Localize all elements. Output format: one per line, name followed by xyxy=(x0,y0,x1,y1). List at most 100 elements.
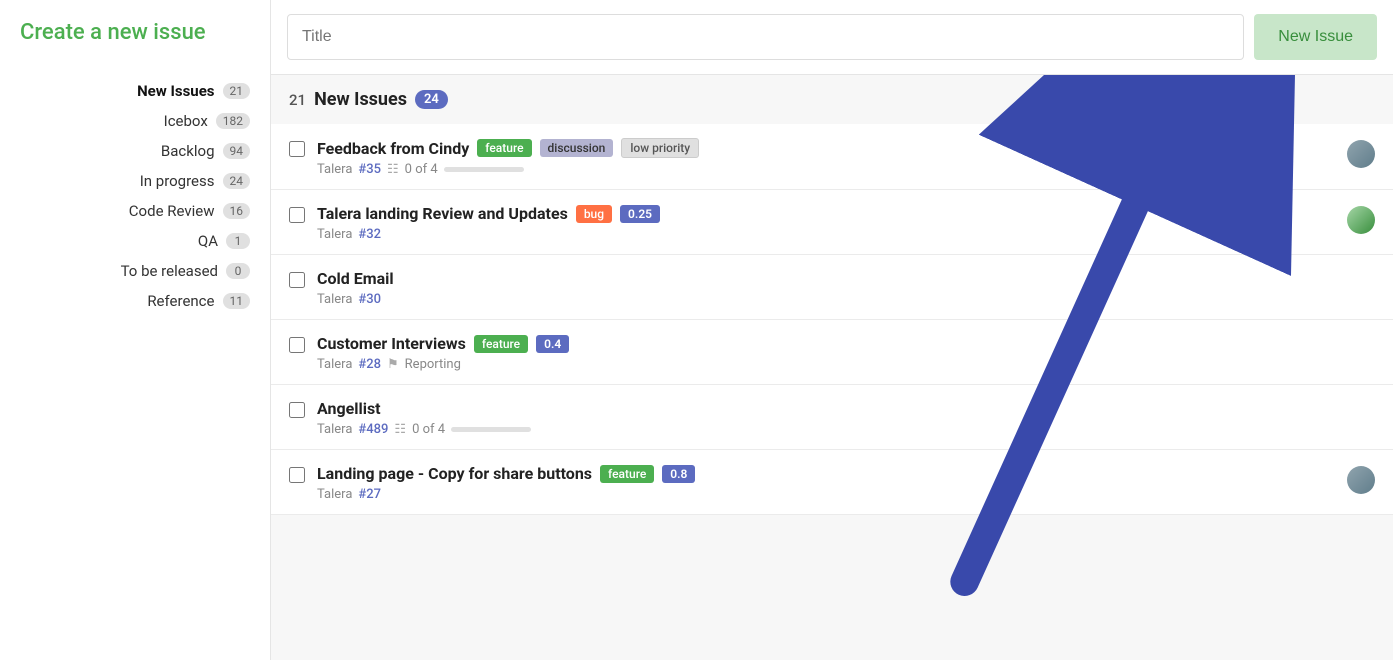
issue-content: Angellist Talera #489 ☷ 0 of 4 xyxy=(317,399,1375,437)
issue-project: Talera xyxy=(317,162,352,177)
issue-project: Talera xyxy=(317,227,352,242)
sidebar-item-label-in-progress: In progress xyxy=(10,172,215,190)
issue-title[interactable]: Angellist xyxy=(317,399,381,418)
checklist-icon: ☷ xyxy=(387,162,399,177)
issue-meta: Talera #35 ☷ 0 of 4 xyxy=(317,162,1335,177)
avatar xyxy=(1347,206,1375,234)
issues-header-count-small: 21 xyxy=(289,91,306,109)
sidebar-badge-code-review: 16 xyxy=(223,203,251,219)
issue-row: Customer Interviews feature 0.4 Talera #2… xyxy=(271,320,1393,385)
issue-checkbox[interactable] xyxy=(289,337,305,353)
issue-meta: Talera #32 xyxy=(317,227,1335,242)
issue-row: Talera landing Review and Updates bug 0.2… xyxy=(271,190,1393,255)
sidebar-badge-icebox: 182 xyxy=(216,113,250,129)
issue-checkbox[interactable] xyxy=(289,272,305,288)
issue-row: Landing page - Copy for share buttons fe… xyxy=(271,450,1393,515)
issue-title[interactable]: Landing page - Copy for share buttons xyxy=(317,464,592,483)
sidebar-item-reference[interactable]: Reference 11 xyxy=(0,286,270,316)
sidebar-item-to-be-released[interactable]: To be released 0 xyxy=(0,256,270,286)
topbar: New Issue xyxy=(271,0,1393,75)
sidebar-badge-to-be-released: 0 xyxy=(226,263,250,279)
issue-project: Talera xyxy=(317,487,352,502)
issues-header-badge: 24 xyxy=(415,90,448,109)
issue-number-link[interactable]: #35 xyxy=(358,162,381,177)
issue-project: Talera xyxy=(317,422,352,437)
issue-meta: Talera #489 ☷ 0 of 4 xyxy=(317,422,1375,437)
sidebar-item-label-backlog: Backlog xyxy=(10,142,215,160)
tag-bug: bug xyxy=(576,205,612,223)
progress-bar xyxy=(451,427,531,432)
sidebar-item-label-icebox: Icebox xyxy=(10,112,208,130)
issue-content: Feedback from Cindy feature discussion low… xyxy=(317,138,1335,177)
sidebar-item-label-new-issues: New Issues xyxy=(10,82,215,100)
sidebar-item-label-qa: QA xyxy=(10,232,218,250)
issue-checkbox[interactable] xyxy=(289,402,305,418)
create-new-issue-link[interactable]: Create a new issue xyxy=(0,0,270,66)
issue-number-link[interactable]: #27 xyxy=(358,487,381,502)
issue-number-link[interactable]: #32 xyxy=(358,227,381,242)
issue-content: Talera landing Review and Updates bug 0.2… xyxy=(317,204,1335,242)
sidebar-badge-backlog: 94 xyxy=(223,143,251,159)
sidebar-item-code-review[interactable]: Code Review 16 xyxy=(0,196,270,226)
issue-project: Talera xyxy=(317,292,352,307)
issue-content: Landing page - Copy for share buttons fe… xyxy=(317,464,1335,502)
issue-title-row: Feedback from Cindy feature discussion low… xyxy=(317,138,1335,158)
tag-feature: feature xyxy=(474,335,528,353)
tag-points: 0.4 xyxy=(536,335,569,353)
issue-row: Cold Email Talera #30 xyxy=(271,255,1393,320)
sidebar-item-in-progress[interactable]: In progress 24 xyxy=(0,166,270,196)
issue-row: Feedback from Cindy feature discussion low… xyxy=(271,124,1393,190)
issues-header-title: New Issues xyxy=(314,89,407,110)
sidebar-item-icebox[interactable]: Icebox 182 xyxy=(0,106,270,136)
issue-number-link[interactable]: #28 xyxy=(358,357,381,372)
issue-meta: Talera #28 ⚑ Reporting xyxy=(317,357,1375,372)
issue-title[interactable]: Cold Email xyxy=(317,269,394,288)
sidebar-badge-in-progress: 24 xyxy=(223,173,251,189)
sidebar-badge-new-issues: 21 xyxy=(223,83,251,99)
issues-container: 21 New Issues 24 Feedback from Cindy fea… xyxy=(271,75,1393,660)
issue-row: Angellist Talera #489 ☷ 0 of 4 xyxy=(271,385,1393,450)
tag-low-priority: low priority xyxy=(621,138,699,158)
tag-feature: feature xyxy=(600,465,654,483)
issue-number-link[interactable]: #30 xyxy=(358,292,381,307)
issue-title-row: Cold Email xyxy=(317,269,1375,288)
new-issue-button[interactable]: New Issue xyxy=(1254,14,1377,60)
tag-points: 0.25 xyxy=(620,205,660,223)
issue-title-row: Angellist xyxy=(317,399,1375,418)
issue-title[interactable]: Feedback from Cindy xyxy=(317,139,469,158)
sidebar-item-backlog[interactable]: Backlog 94 xyxy=(0,136,270,166)
sidebar-item-label-code-review: Code Review xyxy=(10,202,215,220)
checklist-text: 0 of 4 xyxy=(412,422,445,437)
issue-title-row: Landing page - Copy for share buttons fe… xyxy=(317,464,1335,483)
avatar xyxy=(1347,140,1375,168)
issues-list: Feedback from Cindy feature discussion low… xyxy=(271,124,1393,515)
issue-meta: Talera #27 xyxy=(317,487,1335,502)
sidebar-badge-qa: 1 xyxy=(226,233,250,249)
sidebar: Create a new issue New Issues 21 Icebox … xyxy=(0,0,270,660)
tag-discussion: discussion xyxy=(540,139,614,157)
tag-points: 0.8 xyxy=(662,465,695,483)
milestone-text: Reporting xyxy=(405,357,461,372)
sidebar-item-qa[interactable]: QA 1 xyxy=(0,226,270,256)
checklist-text: 0 of 4 xyxy=(405,162,438,177)
main-content: New Issue 21 New Issues 24 Feedback from… xyxy=(270,0,1393,660)
issue-title[interactable]: Customer Interviews xyxy=(317,334,466,353)
progress-bar xyxy=(444,167,524,172)
avatar xyxy=(1347,466,1375,494)
issue-content: Customer Interviews feature 0.4 Talera #2… xyxy=(317,334,1375,372)
milestone-icon: ⚑ xyxy=(387,357,399,372)
issue-checkbox[interactable] xyxy=(289,141,305,157)
title-input[interactable] xyxy=(287,14,1244,60)
issue-title[interactable]: Talera landing Review and Updates xyxy=(317,204,568,223)
issue-checkbox[interactable] xyxy=(289,467,305,483)
issues-header: 21 New Issues 24 xyxy=(271,75,1393,124)
tag-feature: feature xyxy=(477,139,531,157)
sidebar-item-new-issues[interactable]: New Issues 21 xyxy=(0,76,270,106)
sidebar-item-label-reference: Reference xyxy=(10,292,215,310)
issue-checkbox[interactable] xyxy=(289,207,305,223)
issue-number-link[interactable]: #489 xyxy=(358,422,388,437)
sidebar-item-label-to-be-released: To be released xyxy=(10,262,218,280)
checklist-icon: ☷ xyxy=(394,422,406,437)
sidebar-nav: New Issues 21 Icebox 182 Backlog 94 In p… xyxy=(0,76,270,316)
issue-title-row: Talera landing Review and Updates bug 0.2… xyxy=(317,204,1335,223)
